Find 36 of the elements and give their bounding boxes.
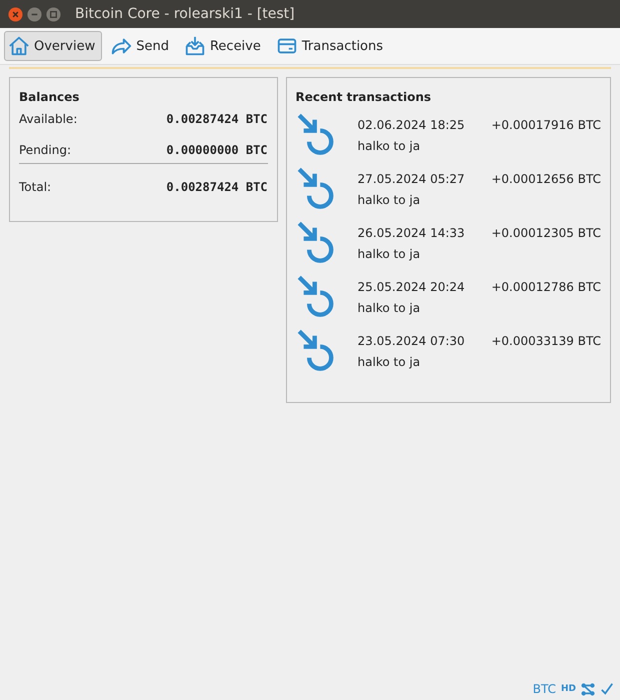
transaction-amount: +0.00012305 BTC	[491, 226, 601, 240]
window-title: Bitcoin Core - rolearski1 - [test]	[75, 6, 295, 22]
toolbar-tab[interactable]: Receive	[180, 31, 268, 61]
transaction-date: 27.05.2024 05:27	[358, 172, 465, 186]
panel-title: Balances	[19, 90, 80, 104]
house-icon	[8, 35, 30, 57]
transaction-label: halko to ja	[358, 247, 420, 261]
maximize-icon[interactable]	[46, 6, 61, 22]
balance-value: 0.00287424 BTC	[166, 180, 268, 194]
checkmark-icon	[600, 682, 614, 696]
transaction-date: 02.06.2024 18:25	[358, 118, 465, 132]
toolbar-tab[interactable]: Overview	[4, 31, 102, 61]
inbox-icon	[184, 35, 206, 57]
transaction-amount: +0.00017916 BTC	[491, 118, 601, 132]
transaction-date: 23.05.2024 07:30	[358, 334, 465, 348]
close-icon[interactable]	[8, 6, 23, 22]
transaction-date: 26.05.2024 14:33	[358, 226, 465, 240]
network-icon	[581, 682, 595, 696]
transaction-amount: +0.00012786 BTC	[491, 280, 601, 294]
balance-value: 0.00287424 BTC	[166, 112, 268, 126]
minimize-icon[interactable]	[27, 6, 42, 22]
transaction-date: 25.05.2024 20:24	[358, 280, 465, 294]
transaction-label: halko to ja	[358, 355, 420, 369]
toolbar-tab[interactable]: Transactions	[272, 31, 390, 61]
balance-value: 0.00000000 BTC	[166, 143, 268, 157]
transaction-amount: +0.00033139 BTC	[491, 334, 601, 348]
balance-label: Pending:	[19, 143, 72, 157]
transaction-label: halko to ja	[358, 301, 420, 315]
toolbar-tab[interactable]: Send	[106, 31, 176, 61]
panel-title: Recent transactions	[296, 90, 432, 104]
transaction-amount: +0.00012656 BTC	[491, 172, 601, 186]
balance-label: Total:	[19, 180, 52, 194]
balance-label: Available:	[19, 112, 78, 126]
hd-label: HD	[560, 684, 576, 694]
transaction-label: halko to ja	[358, 139, 420, 153]
transaction-label: halko to ja	[358, 193, 420, 207]
